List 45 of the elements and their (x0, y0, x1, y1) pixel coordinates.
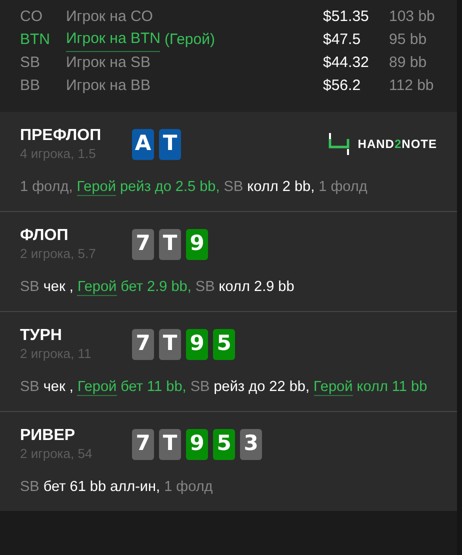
position-label: SB (20, 53, 42, 74)
street-title: ПРЕФЛОП (20, 126, 102, 146)
action-summary: SB чек , Герой бет 2.9 bb, SB колл 2.9 bb (20, 278, 296, 298)
street-title: ТУРН (20, 326, 63, 346)
card: T (159, 428, 181, 460)
card: T (159, 328, 181, 360)
stack-amount: $51.35 (323, 7, 370, 28)
stack-amount: $47.5 (323, 30, 362, 50)
action-summary: 1 фолд, Герой рейз до 2.5 bb, SB колл 2 bb, 1 фолд (20, 178, 368, 198)
street-title: РИВЕР (20, 426, 76, 446)
card: 7 (132, 428, 154, 460)
logo-text: HAND2NOTE (358, 136, 437, 153)
player-name: Игрок на CO (66, 7, 153, 28)
street-title: ФЛОП (20, 226, 70, 246)
card: 5 (213, 328, 235, 360)
stack-amount: $44.32 (323, 53, 370, 74)
hero-link[interactable]: Герой (76, 179, 116, 196)
position-label: CO (20, 7, 44, 28)
card: 3 (240, 428, 262, 460)
card: 7 (132, 328, 154, 360)
card: 9 (186, 328, 208, 360)
stack-amount: $56.2 (323, 76, 362, 96)
hero-name-link[interactable]: Игрок на BTN (66, 29, 160, 52)
card: 9 (186, 228, 208, 260)
position-label: BTN (20, 30, 51, 50)
hero-link[interactable]: Герой (77, 379, 117, 396)
card: 9 (186, 428, 208, 460)
logo-icon (328, 133, 350, 155)
stack-bb: 89 bb (389, 53, 427, 74)
hero-link[interactable]: Герой (77, 279, 117, 296)
card: T (159, 128, 181, 160)
action-summary: SB чек , Герой бет 11 bb, SB рейз до 22 bb, Герой колл 11 bb (20, 378, 428, 398)
stack-bb: 112 bb (389, 76, 434, 96)
player-name: Игрок на BB (66, 76, 150, 96)
card: 5 (213, 428, 235, 460)
card: A (132, 128, 154, 160)
action-summary: SB бет 61 bb алл-ин, 1 фолд (20, 478, 214, 497)
player-name: Игрок на SB (66, 53, 150, 74)
hero-link[interactable]: Герой (314, 379, 353, 396)
stack-bb: 103 bb (389, 7, 435, 28)
stack-bb: 95 bb (389, 30, 427, 50)
hero-tag: (Герой) (164, 29, 215, 52)
card: T (159, 228, 181, 260)
card: 7 (132, 228, 154, 260)
position-label: BB (20, 76, 42, 96)
